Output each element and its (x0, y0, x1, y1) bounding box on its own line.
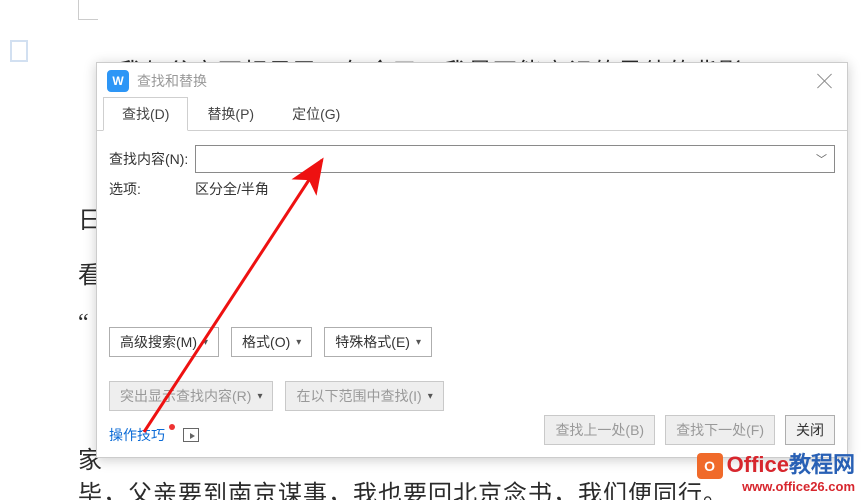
dialog-titlebar: W 查找和替换 (97, 63, 847, 99)
wps-app-icon: W (107, 70, 129, 92)
dialog-title: 查找和替换 (137, 71, 207, 91)
tab-goto[interactable]: 定位(G) (273, 97, 359, 131)
find-in-scope-button: 在以下范围中查找(I)▾ (285, 381, 443, 411)
close-button[interactable]: 关闭 (785, 415, 835, 445)
operation-tips-link[interactable]: 操作技巧 (109, 425, 165, 445)
watermark-url: www.office26.com (697, 479, 855, 494)
chevron-down-icon: ▾ (296, 337, 301, 348)
watermark-logo-icon: O (697, 453, 723, 479)
dialog-tabs: 查找(D) 替换(P) 定位(G) (97, 101, 847, 131)
chevron-down-icon: ▾ (257, 391, 262, 402)
find-content-input[interactable] (195, 145, 835, 173)
document-thumbnail-icon (10, 40, 28, 62)
special-format-button[interactable]: 特殊格式(E)▾ (324, 327, 432, 357)
find-prev-button: 查找上一处(B) (544, 415, 655, 445)
find-replace-dialog: W 查找和替换 查找(D) 替换(P) 定位(G) 查找内容(N): ﹀ 选项:… (96, 62, 848, 458)
video-tips-icon[interactable] (183, 428, 199, 442)
advanced-search-button[interactable]: 高级搜索(M)▾ (109, 327, 219, 357)
find-content-label: 查找内容(N): (109, 149, 195, 169)
tab-find[interactable]: 查找(D) (103, 97, 188, 131)
notification-dot-icon (169, 424, 175, 430)
chevron-down-icon: ▾ (416, 337, 421, 348)
page-margin-mark (78, 0, 98, 20)
chevron-down-icon: ▾ (428, 391, 433, 402)
find-next-button: 查找下一处(F) (665, 415, 775, 445)
format-button[interactable]: 格式(O)▾ (231, 327, 312, 357)
chevron-down-icon: ▾ (203, 337, 208, 348)
document-text-line: 毕，父亲要到南京谋事，我也要回北京念书，我们便同行。 (78, 474, 778, 500)
watermark-brand: Office (727, 452, 789, 477)
tab-replace[interactable]: 替换(P) (188, 97, 273, 131)
options-value: 区分全/半角 (195, 179, 269, 199)
watermark: OOffice教程网 www.office26.com (697, 447, 855, 494)
watermark-brand-suffix: 教程网 (789, 452, 855, 477)
highlight-results-button: 突出显示查找内容(R)▾ (109, 381, 273, 411)
close-icon[interactable] (815, 71, 835, 91)
tips-row: 操作技巧 (109, 425, 199, 445)
options-label: 选项: (109, 179, 195, 199)
